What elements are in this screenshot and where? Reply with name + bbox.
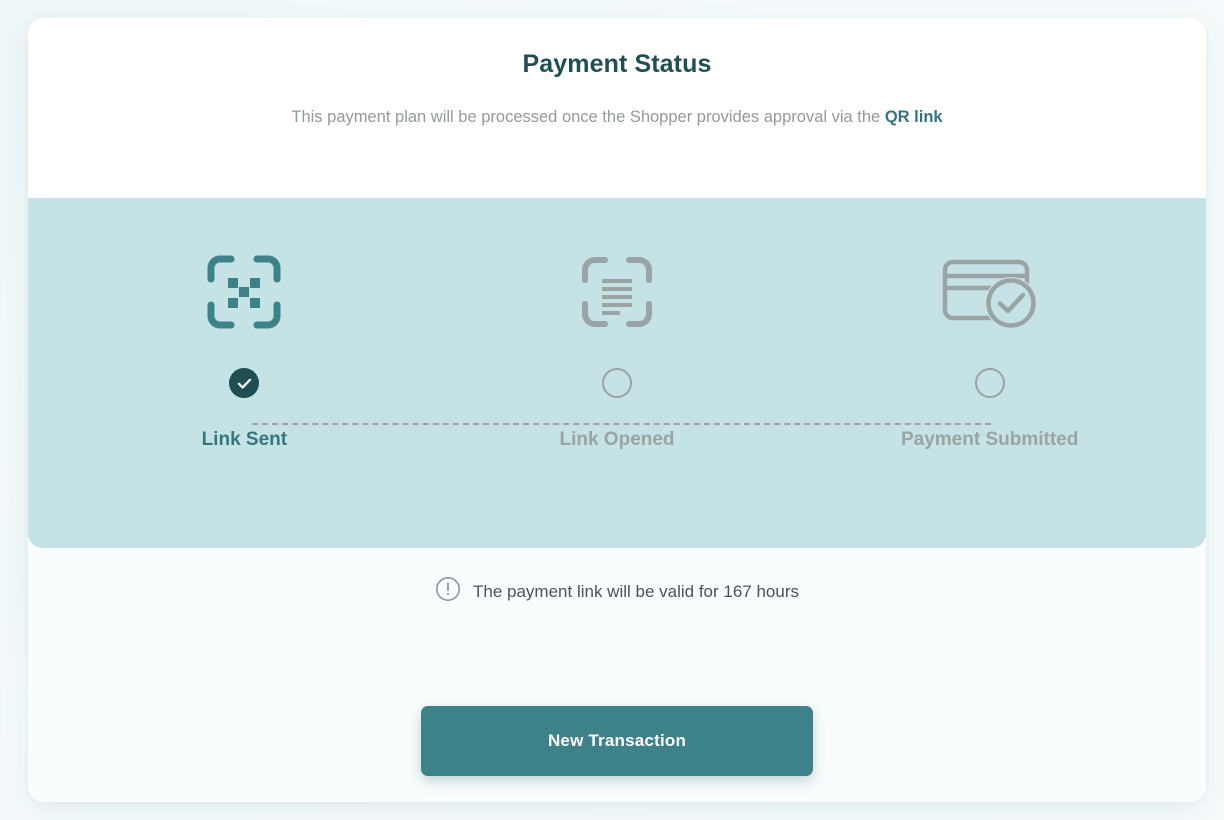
progress-steps-row: Link Sent Link Opened Payment Submitted: [28, 198, 1206, 548]
progress-step-link-sent: Link Sent: [58, 198, 431, 548]
page-subtitle: This payment plan will be processed once…: [257, 101, 977, 133]
scan-document-icon: [578, 246, 656, 338]
qr-scan-icon: [205, 246, 283, 338]
step-complete-marker: [229, 368, 260, 398]
subtitle-text: This payment plan will be processed once…: [291, 108, 885, 126]
card-header: Payment Status This payment plan will be…: [28, 18, 1206, 133]
payment-status-card: Payment Status This payment plan will be…: [28, 18, 1206, 802]
progress-steps-band: Link Sent Link Opened Payment Submitted: [28, 198, 1206, 548]
card-actions: New Transaction: [28, 706, 1206, 776]
step-pending-marker: [974, 368, 1005, 398]
step-pending-marker: [602, 368, 632, 398]
payment-status-page: Payment Status This payment plan will be…: [0, 0, 1224, 820]
step-label-link-sent: Link Sent: [201, 429, 288, 450]
progress-step-link-opened: Link Opened: [431, 198, 804, 548]
progress-dot-link-sent: [229, 366, 260, 400]
page-title: Payment Status: [522, 50, 712, 78]
progress-dot-link-opened: [602, 366, 632, 400]
exclamation-circle-icon: [435, 576, 461, 607]
progress-dot-payment-submitted: [974, 366, 1005, 400]
validity-notice-text: The payment link will be valid for 167 h…: [473, 581, 799, 601]
step-label-payment-submitted: Payment Submitted: [900, 429, 1079, 450]
credit-card-check-icon: [935, 246, 1045, 338]
step-label-link-opened: Link Opened: [559, 429, 675, 450]
qr-link[interactable]: QR link: [885, 108, 943, 126]
validity-notice: The payment link will be valid for 167 h…: [28, 576, 1206, 607]
progress-step-payment-submitted: Payment Submitted: [803, 198, 1176, 548]
new-transaction-button[interactable]: New Transaction: [421, 706, 813, 776]
